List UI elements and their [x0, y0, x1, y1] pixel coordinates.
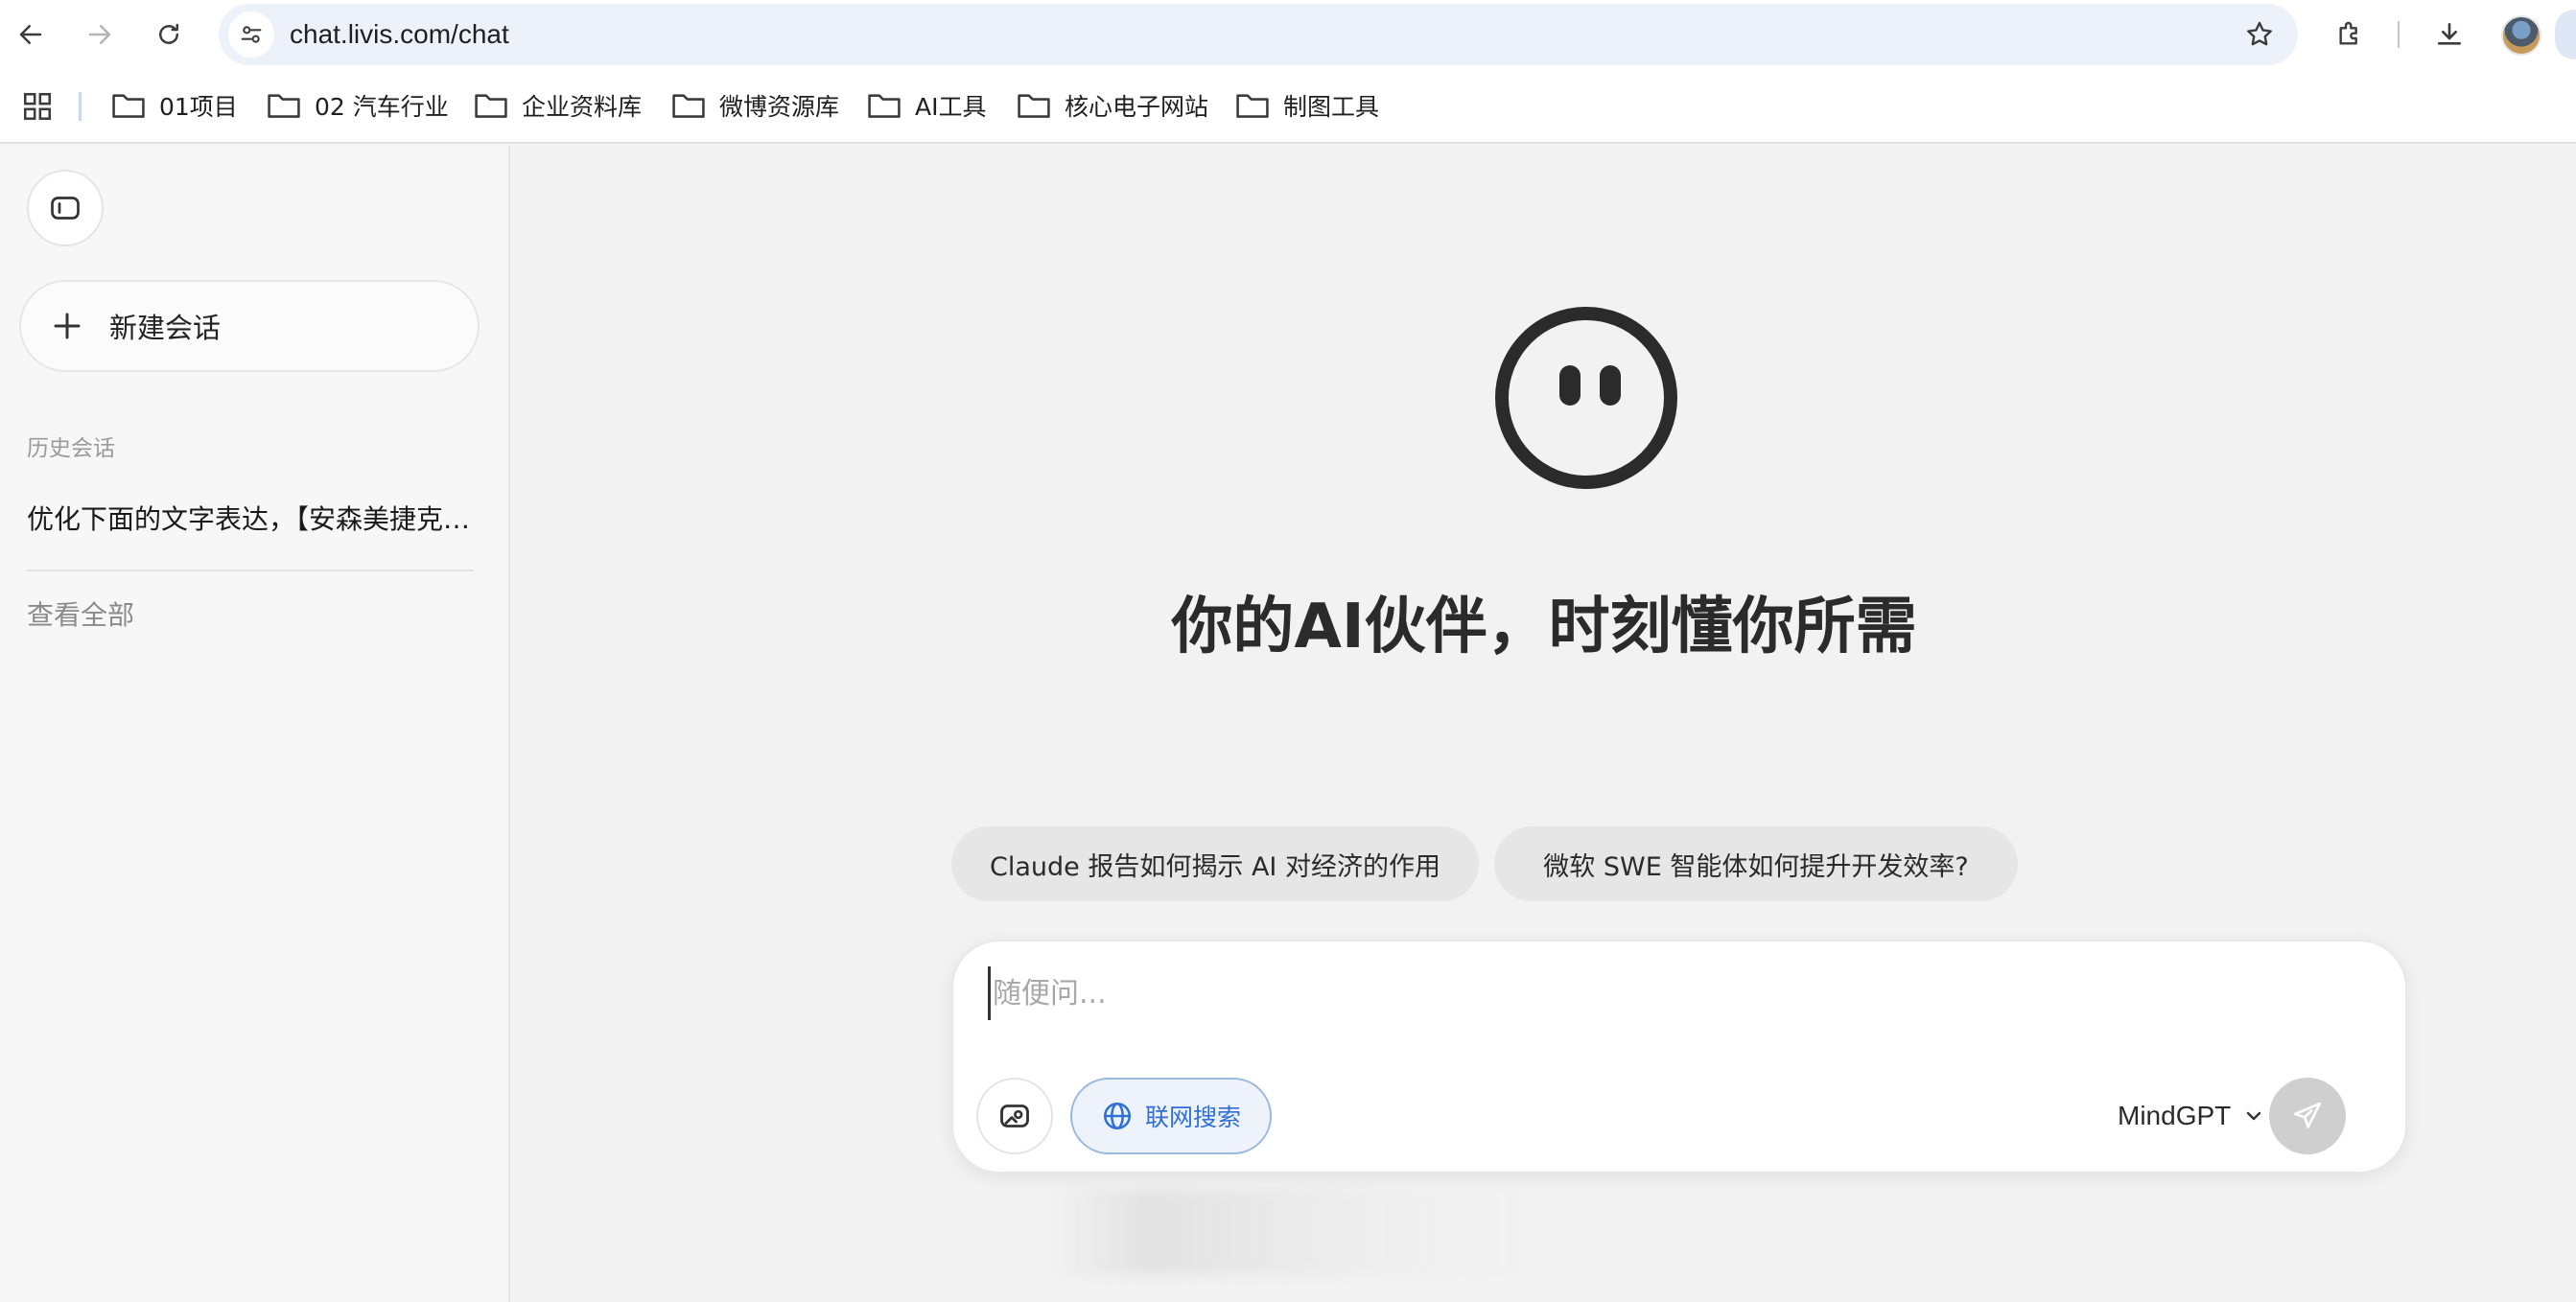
bookmark-star-button[interactable] [2242, 17, 2277, 52]
star-icon [2247, 21, 2272, 46]
site-info-button[interactable] [228, 12, 274, 58]
blurred-overlay [1049, 1189, 1529, 1275]
suggestion-chip[interactable]: 微软 SWE 智能体如何提升开发效率? [1494, 826, 2018, 901]
plus-icon [54, 313, 81, 339]
folder-icon [672, 94, 705, 118]
history-divider [27, 570, 474, 571]
bookmark-folder[interactable]: 核心电子网站 [1017, 84, 1208, 127]
chevron-down-icon [2247, 1111, 2261, 1121]
chat-input[interactable] [988, 966, 2369, 1020]
bookmark-folder[interactable]: 02 汽车行业 [267, 84, 449, 127]
tune-icon [241, 26, 262, 43]
puzzle-icon [2339, 21, 2357, 45]
bookmark-label: 企业资料库 [522, 93, 643, 121]
mascot-face-icon [1495, 307, 1677, 489]
web-search-label: 联网搜索 [1144, 1104, 1241, 1131]
sidebar-panel-icon [51, 197, 80, 220]
new-chat-label: 新建会话 [109, 312, 222, 344]
apps-grid-icon[interactable] [21, 90, 54, 123]
bookmark-folder[interactable]: AI工具 [867, 84, 986, 127]
folder-icon [1018, 94, 1050, 118]
bookmark-label: 01项目 [159, 93, 238, 121]
folder-icon [112, 94, 145, 118]
image-upload-button[interactable] [976, 1078, 1053, 1154]
url-text[interactable]: chat.livis.com/chat [290, 4, 509, 65]
profile-menu-edge[interactable] [2555, 10, 2576, 59]
downloads-button[interactable] [2428, 13, 2471, 56]
sidebar-toggle-button[interactable] [27, 170, 104, 246]
bookmark-label: AI工具 [915, 93, 987, 121]
bookmarks-divider [79, 92, 82, 121]
bookmark-folder[interactable]: 制图工具 [1235, 84, 1379, 127]
camera-icon [1000, 1104, 1029, 1128]
bookmark-label: 核心电子网站 [1065, 93, 1209, 121]
chat-composer: 联网搜索 MindGPT [951, 940, 2407, 1174]
download-icon [2438, 23, 2461, 45]
folder-icon [868, 94, 901, 118]
suggestion-chip[interactable]: Claude 报告如何揭示 AI 对经济的作用 [951, 826, 1479, 901]
reload-button[interactable] [148, 13, 190, 56]
send-icon [2293, 1102, 2322, 1128]
bookmarks-bar: 01项目 02 汽车行业 企业资料库 微博资源库 AI工具 核心电子网站 制图工… [0, 69, 2576, 144]
bookmark-label: 02 汽车行业 [315, 93, 449, 121]
view-all-link[interactable]: 查看全部 [27, 596, 134, 635]
history-heading: 历史会话 [27, 436, 115, 461]
new-chat-button[interactable]: 新建会话 [19, 280, 480, 372]
folder-icon [1236, 94, 1269, 118]
bookmark-label: 微博资源库 [719, 93, 840, 121]
bookmark-folder[interactable]: 01项目 [111, 84, 238, 127]
model-label: MindGPT [2118, 1101, 2232, 1130]
extensions-button[interactable] [2329, 13, 2371, 56]
web-search-toggle[interactable]: 联网搜索 [1070, 1078, 1272, 1154]
globe-icon [1103, 1102, 1132, 1130]
forward-button[interactable] [79, 13, 121, 56]
bookmark-folder[interactable]: 微博资源库 [671, 84, 839, 127]
browser-toolbar: chat.livis.com/chat [0, 0, 2576, 69]
folder-icon [475, 94, 507, 118]
address-bar[interactable]: chat.livis.com/chat [219, 4, 2298, 65]
mascot-logo [1494, 306, 1678, 490]
arrow-right-icon [88, 25, 111, 44]
main-area: 你的AI伙伴，时刻懂你所需 Claude 报告如何揭示 AI 对经济的作用 微软… [512, 146, 2576, 1302]
reload-icon [159, 23, 178, 44]
send-button[interactable] [2269, 1078, 2346, 1154]
model-selector[interactable]: MindGPT [2118, 1078, 2265, 1154]
hero-title: 你的AI伙伴，时刻懂你所需 [1171, 592, 1917, 663]
toolbar-divider [2398, 21, 2400, 48]
arrow-left-icon [19, 25, 42, 44]
history-item[interactable]: 优化下面的文字表达，【安森美捷克… [27, 496, 478, 544]
bookmark-folder[interactable]: 企业资料库 [474, 84, 642, 127]
back-button[interactable] [10, 13, 52, 56]
profile-avatar[interactable] [2501, 15, 2541, 56]
folder-icon [268, 94, 300, 118]
sidebar: 新建会话 历史会话 优化下面的文字表达，【安森美捷克… 查看全部 [0, 146, 510, 1302]
bookmark-label: 制图工具 [1283, 93, 1380, 121]
